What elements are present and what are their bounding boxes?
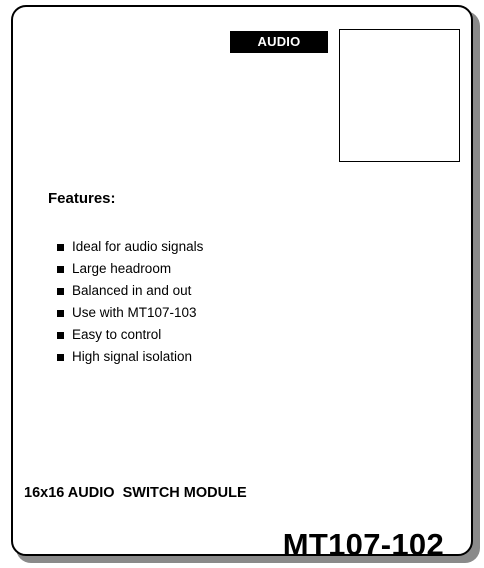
feature-item: Balanced in and out (57, 280, 203, 302)
feature-item: Large headroom (57, 258, 203, 280)
audio-badge: AUDIO (230, 31, 328, 53)
feature-item-label: Balanced in and out (72, 283, 192, 298)
square-bullet-icon (57, 332, 64, 339)
module-title: 16x16 AUDIO SWITCH MODULE (24, 485, 247, 501)
square-bullet-icon (57, 288, 64, 295)
feature-item: Ideal for audio signals (57, 236, 203, 258)
feature-item: Use with MT107-103 (57, 302, 203, 324)
product-image-placeholder (339, 29, 460, 162)
feature-item: High signal isolation (57, 346, 203, 368)
feature-item: Easy to control (57, 324, 203, 346)
square-bullet-icon (57, 310, 64, 317)
square-bullet-icon (57, 244, 64, 251)
feature-item-label: Ideal for audio signals (72, 239, 204, 254)
feature-item-label: Easy to control (72, 327, 162, 342)
feature-item-label: High signal isolation (72, 349, 193, 364)
square-bullet-icon (57, 266, 64, 273)
features-heading: Features: (48, 190, 116, 207)
feature-item-label: Large headroom (72, 261, 172, 276)
feature-item-label: Use with MT107-103 (72, 305, 197, 320)
square-bullet-icon (57, 354, 64, 361)
features-list: Ideal for audio signals Large headroom B… (57, 236, 203, 368)
model-number: MT107-102 (282, 527, 444, 562)
